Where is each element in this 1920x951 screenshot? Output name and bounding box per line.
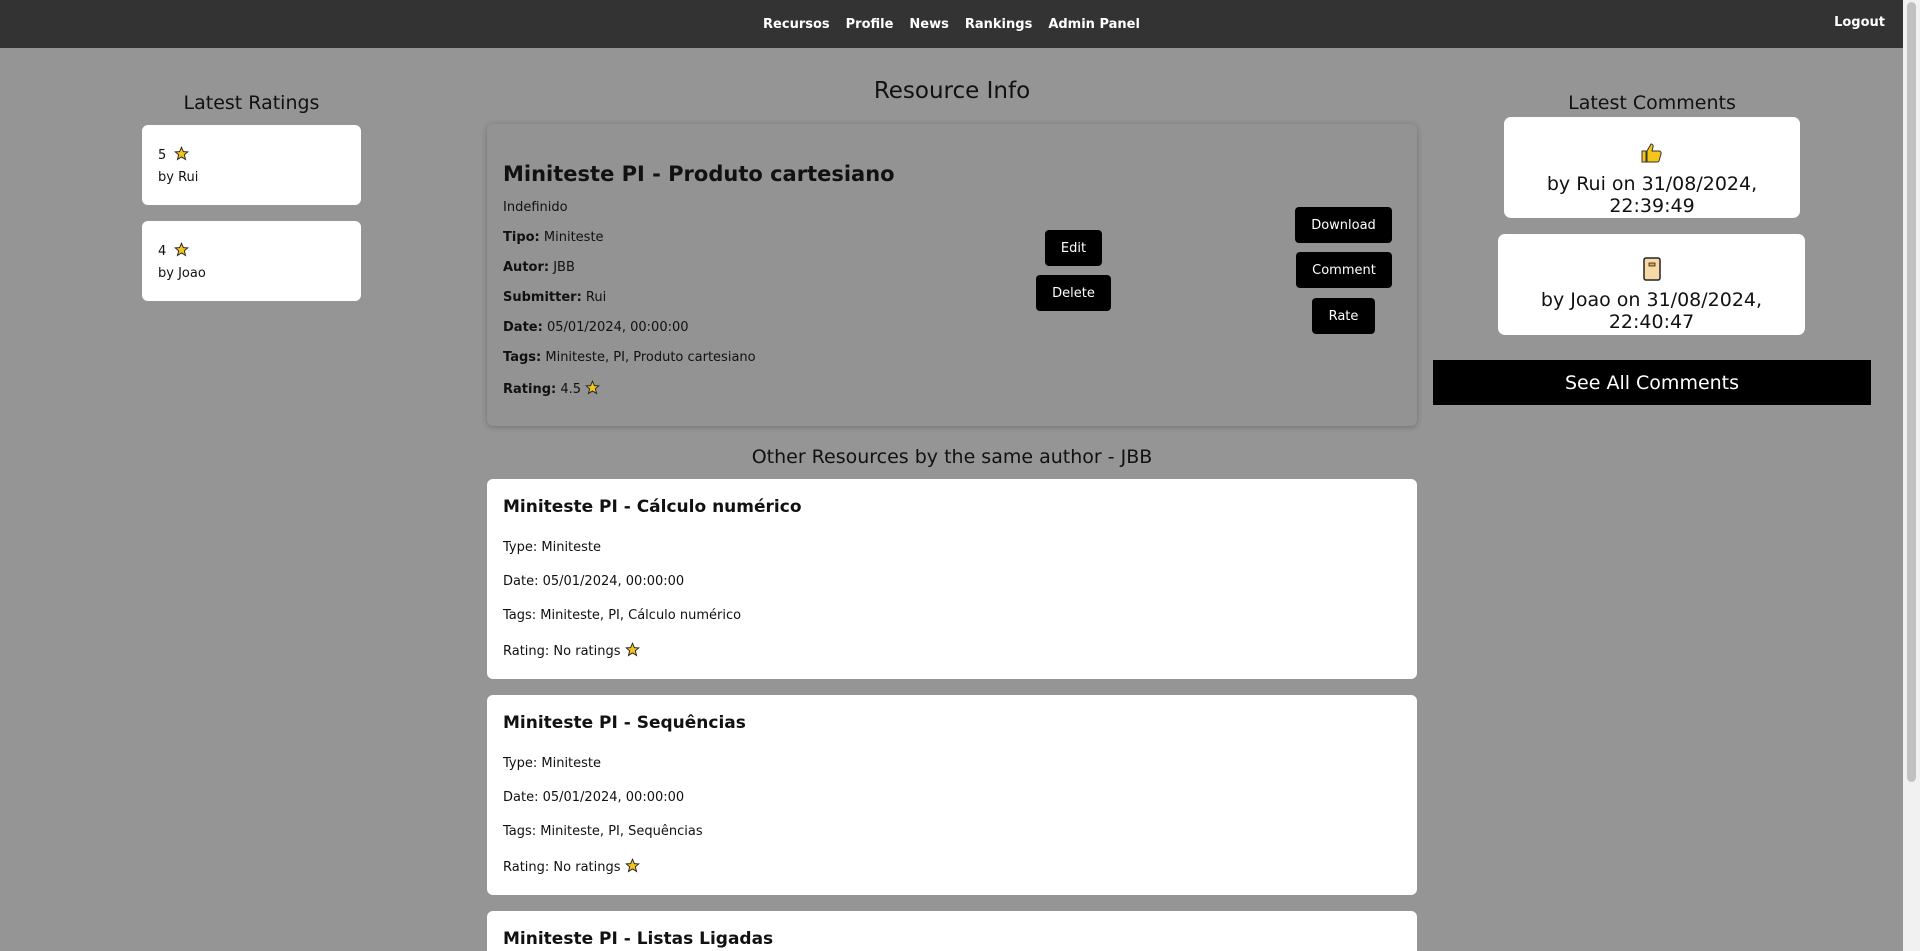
thumbs-up-icon <box>1641 143 1662 163</box>
other-resource-title[interactable]: Miniteste PI - Sequências <box>503 713 746 733</box>
resource-submitter: Submitter: Rui <box>503 290 606 305</box>
other-resource-card[interactable]: Miniteste PI - Sequências Type: Minitest… <box>487 695 1417 895</box>
rating-author: by Rui <box>158 170 199 185</box>
other-resource-title[interactable]: Miniteste PI - Cálculo numérico <box>503 497 802 517</box>
rating-author: by Joao <box>158 266 206 281</box>
other-resource-date: Date: 05/01/2024, 00:00:00 <box>503 574 685 589</box>
tags-label: Tags: <box>503 350 542 365</box>
date-value: 05/01/2024, 00:00:00 <box>546 320 689 335</box>
latest-ratings-heading: Latest Ratings <box>183 92 320 114</box>
star-icon <box>624 858 640 873</box>
other-resource-rating: Rating: No ratings <box>503 642 640 659</box>
other-resource-rating: Rating: No ratings <box>503 858 640 875</box>
rating-value: 4.5 <box>560 382 582 397</box>
comment-author-date: by Joao on 31/08/2024, 22:40:47 <box>1540 289 1763 333</box>
star-icon <box>585 380 601 395</box>
comment-card: by Rui on 31/08/2024, 22:39:49 <box>1504 117 1800 218</box>
other-resource-rating-text: Rating: No ratings <box>503 644 621 659</box>
other-resource-type: Type: Miniteste <box>503 540 602 555</box>
submitter-label: Submitter: <box>503 290 582 305</box>
rating-card: 4 by Joao <box>142 221 361 301</box>
star-icon <box>174 242 190 257</box>
download-button[interactable]: Download <box>1295 207 1392 243</box>
resource-autor: Autor: JBB <box>503 260 575 275</box>
other-resource-tags: Tags: Miniteste, PI, Sequências <box>503 824 703 839</box>
tipo-label: Tipo: <box>503 230 540 245</box>
comment-author-date: by Rui on 31/08/2024, 22:39:49 <box>1546 173 1758 217</box>
rating-label: Rating: <box>503 382 557 397</box>
comment-button[interactable]: Comment <box>1296 252 1392 288</box>
comment-card: by Joao on 31/08/2024, 22:40:47 <box>1498 234 1805 335</box>
tipo-value: Miniteste <box>543 230 604 245</box>
see-all-comments-button[interactable]: See All Comments <box>1433 360 1871 405</box>
top-navbar: Recursos Profile News Rankings Admin Pan… <box>0 0 1903 48</box>
resource-title: Miniteste PI - Produto cartesiano <box>503 162 895 186</box>
rate-button[interactable]: Rate <box>1312 298 1375 334</box>
nav-link-news[interactable]: News <box>909 17 948 32</box>
resource-tipo: Tipo: Miniteste <box>503 230 604 245</box>
other-resource-card[interactable]: Miniteste PI - Cálculo numérico Type: Mi… <box>487 479 1417 679</box>
resource-rating: Rating: 4.5 <box>503 380 601 397</box>
delete-button[interactable]: Delete <box>1036 275 1111 311</box>
rating-card: 5 by Rui <box>142 125 361 205</box>
rating-value: 4 <box>158 244 167 259</box>
other-resource-tags: Tags: Miniteste, PI, Cálculo numérico <box>503 608 742 623</box>
scrollbar-thumb[interactable] <box>1907 2 1916 782</box>
edit-button[interactable]: Edit <box>1045 230 1102 266</box>
nav-link-admin-panel[interactable]: Admin Panel <box>1048 17 1140 32</box>
nav-link-rankings[interactable]: Rankings <box>965 17 1032 32</box>
resource-description: Indefinido <box>503 200 568 215</box>
resource-date: Date: 05/01/2024, 00:00:00 <box>503 320 689 335</box>
rating-value: 5 <box>158 148 167 163</box>
autor-label: Autor: <box>503 260 550 275</box>
page-title: Resource Info <box>873 78 1031 104</box>
star-icon <box>174 146 190 161</box>
other-resource-rating-text: Rating: No ratings <box>503 860 621 875</box>
vertical-scrollbar[interactable] <box>1903 0 1920 951</box>
date-label: Date: <box>503 320 543 335</box>
nav-link-profile[interactable]: Profile <box>846 17 894 32</box>
other-resource-title[interactable]: Miniteste PI - Listas Ligadas <box>503 929 773 949</box>
nav-link-recursos[interactable]: Recursos <box>763 17 830 32</box>
resource-tags: Tags: Miniteste, PI, Produto cartesiano <box>503 350 756 365</box>
other-resource-card[interactable]: Miniteste PI - Listas Ligadas <box>487 911 1417 951</box>
other-resources-heading: Other Resources by the same author - JBB <box>751 446 1153 468</box>
star-icon <box>624 642 640 657</box>
logout-link[interactable]: Logout <box>1834 15 1885 30</box>
tags-value: Miniteste, PI, Produto cartesiano <box>545 350 756 365</box>
latest-comments-heading: Latest Comments <box>1568 92 1736 114</box>
autor-value: JBB <box>553 260 575 275</box>
other-resource-type: Type: Miniteste <box>503 756 602 771</box>
notebook-icon <box>1642 257 1661 281</box>
nav-links: Recursos Profile News Rankings Admin Pan… <box>0 0 1903 48</box>
other-resource-date: Date: 05/01/2024, 00:00:00 <box>503 790 685 805</box>
submitter-value: Rui <box>585 290 607 305</box>
resource-info-panel: Miniteste PI - Produto cartesiano Indefi… <box>487 124 1417 426</box>
